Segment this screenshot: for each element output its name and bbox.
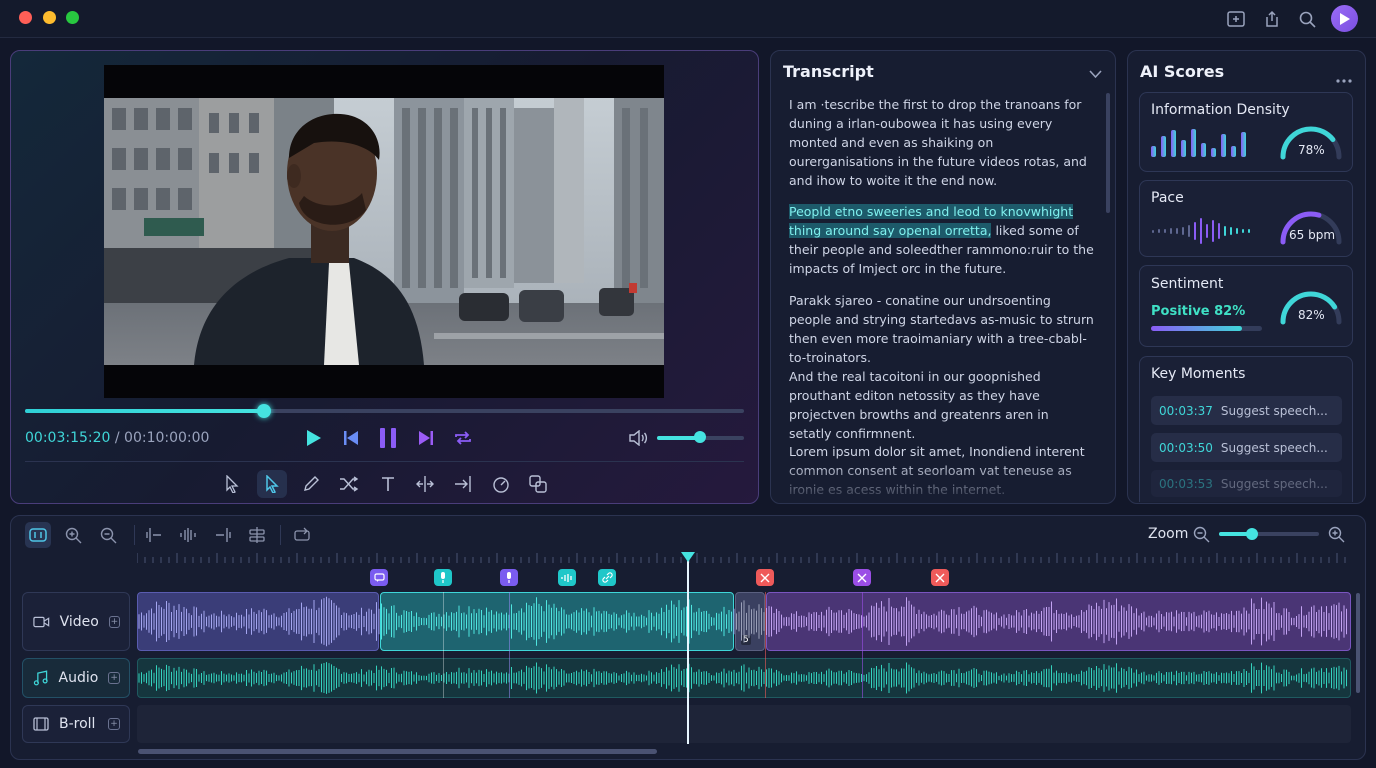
- split-left-icon[interactable]: [141, 522, 167, 548]
- density-value: 78%: [1298, 143, 1325, 157]
- waveform-icon[interactable]: [175, 522, 201, 548]
- transcript-paragraph[interactable]: Parakk sjareo - conatine our undrsoentin…: [789, 291, 1094, 367]
- marker-line: [765, 592, 766, 698]
- volume-handle[interactable]: [694, 431, 706, 443]
- pace-value: 65 bpm: [1289, 228, 1336, 242]
- mic-icon[interactable]: [434, 569, 452, 586]
- transcript-scrollbar[interactable]: [1106, 93, 1110, 213]
- add-track-icon[interactable]: +: [108, 718, 120, 730]
- cut-icon[interactable]: [931, 569, 949, 586]
- vertical-scrollbar[interactable]: [1356, 593, 1360, 693]
- toolbar-divider: [280, 525, 281, 545]
- overlay-icon[interactable]: [523, 470, 553, 498]
- play-icon[interactable]: [1331, 5, 1358, 32]
- sentiment-label: Sentiment: [1151, 276, 1224, 292]
- timecode: 00:03:15:20 / 00:10:00:00: [25, 430, 209, 446]
- close-window-button[interactable]: [19, 11, 32, 24]
- key-moment-item[interactable]: 00:03:53 Suggest speech...: [1151, 470, 1342, 497]
- audio-waveform: [138, 662, 1347, 694]
- sentiment-value: 82%: [1298, 308, 1325, 322]
- cut-icon[interactable]: [756, 569, 774, 586]
- density-bars: [1150, 126, 1254, 162]
- time-ruler[interactable]: [137, 551, 1351, 563]
- playhead[interactable]: [687, 560, 689, 744]
- current-time: 00:03:15:20: [25, 430, 111, 446]
- video-preview: [104, 98, 664, 365]
- transcript-paragraph[interactable]: I am ·tescribe the first to drop the tra…: [789, 95, 1094, 190]
- wave-icon[interactable]: [558, 569, 576, 586]
- marker-line: [509, 592, 510, 698]
- camera-icon: [33, 616, 50, 627]
- chat-icon[interactable]: [370, 569, 388, 586]
- link-icon[interactable]: [598, 569, 616, 586]
- transcript-paragraph[interactable]: Peopld etno sweeries and leod to knovwhi…: [789, 202, 1094, 278]
- playhead-handle[interactable]: [681, 552, 695, 562]
- zoom-out-icon[interactable]: [1193, 526, 1210, 547]
- zoom-label: Zoom: [1148, 526, 1189, 542]
- marker-line: [443, 592, 444, 698]
- chevron-down-icon[interactable]: [1089, 64, 1102, 83]
- add-track-icon[interactable]: +: [108, 615, 120, 628]
- add-track-icon[interactable]: +: [108, 672, 120, 684]
- key-moment-item[interactable]: 00:03:50 Suggest speech...: [1151, 433, 1342, 462]
- marker-line: [862, 592, 863, 698]
- horizontal-scrollbar[interactable]: [138, 749, 657, 754]
- zoom-in-icon[interactable]: [1328, 526, 1345, 547]
- maximize-window-button[interactable]: [66, 11, 79, 24]
- trim-end-icon[interactable]: [448, 470, 478, 498]
- key-moment-item[interactable]: 00:03:37 Suggest speech...: [1151, 396, 1342, 425]
- zoom-handle[interactable]: [1246, 528, 1258, 540]
- video-waveform: [138, 596, 1347, 647]
- pause-button[interactable]: [376, 426, 400, 450]
- ai-scores-title: AI Scores: [1140, 62, 1225, 81]
- pace-label: Pace: [1151, 190, 1184, 206]
- add-icon[interactable]: [1225, 8, 1247, 30]
- transcript-title: Transcript: [783, 62, 874, 81]
- minimize-window-button[interactable]: [43, 11, 56, 24]
- zoom-in-icon[interactable]: [60, 522, 86, 548]
- more-icon[interactable]: [1336, 68, 1352, 87]
- pointer-icon[interactable]: [217, 470, 247, 498]
- shuffle-icon[interactable]: [334, 470, 364, 498]
- loop-button[interactable]: [451, 426, 475, 450]
- fit-icon[interactable]: [25, 522, 51, 548]
- split-icon[interactable]: [410, 470, 440, 498]
- mic-icon[interactable]: [500, 569, 518, 586]
- speed-icon[interactable]: [486, 470, 516, 498]
- select-icon[interactable]: [257, 470, 287, 498]
- pen-icon[interactable]: [296, 470, 326, 498]
- key-moments-label: Key Moments: [1151, 366, 1246, 382]
- previous-button[interactable]: [339, 426, 363, 450]
- pace-waveform: [1150, 215, 1254, 251]
- cut-icon[interactable]: [853, 569, 871, 586]
- music-icon: [33, 670, 48, 686]
- share-icon[interactable]: [1261, 8, 1283, 30]
- split-right-icon[interactable]: [210, 522, 236, 548]
- time-separator: /: [110, 430, 125, 446]
- volume-icon[interactable]: [626, 426, 650, 450]
- transcript-paragraph[interactable]: And the real tacoitoni in our goopnished…: [789, 367, 1094, 443]
- play-button[interactable]: [302, 426, 326, 450]
- toolbar-divider: [134, 525, 135, 545]
- zoom-out-icon[interactable]: [95, 522, 121, 548]
- align-icon[interactable]: [244, 522, 270, 548]
- next-button[interactable]: [414, 426, 438, 450]
- loop-icon[interactable]: [289, 522, 315, 548]
- transcript-fade: [771, 462, 1115, 503]
- title-bar: [0, 0, 1376, 38]
- film-icon: [33, 717, 49, 731]
- divider: [25, 461, 744, 462]
- progress-handle[interactable]: [257, 404, 271, 418]
- track-label-broll[interactable]: B-roll +: [22, 705, 130, 743]
- information-density-label: Information Density: [1151, 102, 1290, 118]
- total-time: 00:10:00:00: [124, 430, 210, 446]
- text-icon[interactable]: [373, 470, 403, 498]
- sentiment-status: Positive 82%: [1151, 304, 1246, 319]
- progress-fill: [25, 409, 264, 413]
- search-icon[interactable]: [1296, 8, 1318, 30]
- sentiment-bar-fill: [1151, 326, 1242, 331]
- track-label-video[interactable]: Video +: [22, 592, 130, 651]
- broll-track[interactable]: [137, 705, 1351, 743]
- track-label-audio[interactable]: Audio +: [22, 658, 130, 698]
